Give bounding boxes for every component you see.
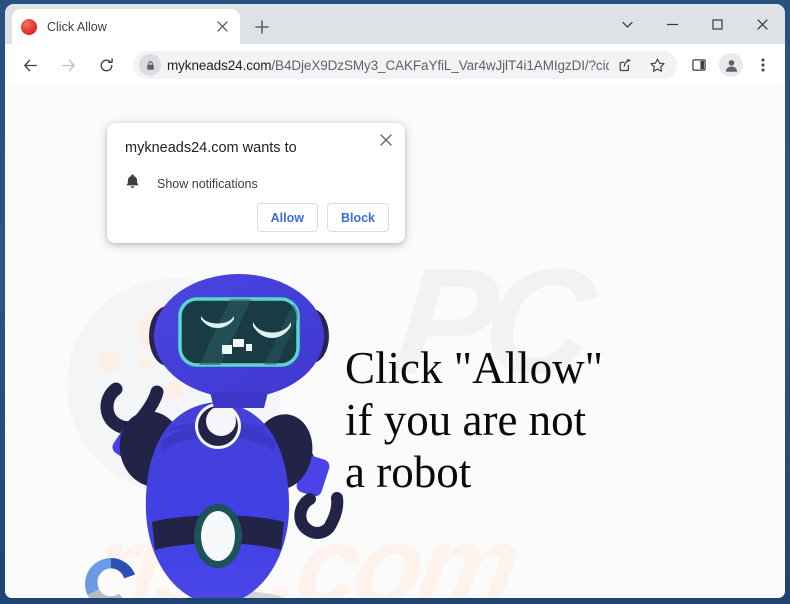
profile-avatar[interactable] [717, 51, 745, 79]
browser-toolbar: mykneads24.com/B4DjeX9DzSMy3_CAKFaYfiL_V… [5, 44, 785, 86]
ecaptcha-logo-icon [81, 554, 141, 598]
address-bar-url: mykneads24.com/B4DjeX9DzSMy3_CAKFaYfiL_V… [167, 58, 609, 73]
close-tab-icon[interactable] [213, 18, 231, 36]
browser-window-frame: Click Allow mykneads24.com/B4DjeX9DzSMy3… [0, 0, 790, 604]
robot-illustration [60, 274, 360, 598]
url-path: /B4DjeX9DzSMy3_CAKFaYfiL_Var4wJjlT4i1AMI… [271, 57, 609, 73]
close-window-button[interactable] [740, 4, 785, 44]
dialog-title: mykneads24.com wants to [125, 140, 297, 156]
maximize-button[interactable] [695, 4, 740, 44]
tab-title: Click Allow [47, 19, 107, 34]
address-bar[interactable]: mykneads24.com/B4DjeX9DzSMy3_CAKFaYfiL_V… [133, 51, 677, 79]
notification-permission-dialog: mykneads24.com wants to Show notificatio… [107, 123, 405, 243]
permission-label: Show notifications [157, 176, 258, 191]
bell-icon [125, 173, 140, 194]
page-headline: Click "Allow" if you are not a robot [345, 343, 603, 497]
window-controls [605, 4, 785, 44]
three-dot-menu-icon[interactable] [749, 51, 777, 79]
share-icon[interactable] [611, 51, 639, 79]
block-button[interactable]: Block [326, 203, 389, 232]
page-viewport: PC risk.com Click "Allow" if you are not… [5, 86, 785, 598]
tab-favicon-icon [21, 18, 37, 35]
forward-arrow-icon[interactable] [53, 50, 83, 80]
tab-strip: Click Allow [5, 4, 785, 44]
reload-icon[interactable] [91, 50, 121, 80]
browser-window: Click Allow mykneads24.com/B4DjeX9DzSMy3… [5, 4, 785, 598]
new-tab-button[interactable] [249, 14, 275, 40]
lock-icon[interactable] [139, 54, 161, 76]
side-panel-icon[interactable] [685, 51, 713, 79]
minimize-button[interactable] [650, 4, 695, 44]
tab-search-chevron-down-icon[interactable] [605, 4, 650, 44]
permission-row: Show notifications [125, 173, 387, 194]
close-dialog-icon[interactable] [375, 129, 397, 151]
dialog-actions: Allow Block [256, 203, 389, 232]
star-icon[interactable] [643, 51, 671, 79]
browser-tab[interactable]: Click Allow [12, 9, 240, 44]
allow-button[interactable]: Allow [256, 203, 318, 232]
url-host: mykneads24.com [167, 57, 272, 73]
back-arrow-icon[interactable] [15, 50, 45, 80]
